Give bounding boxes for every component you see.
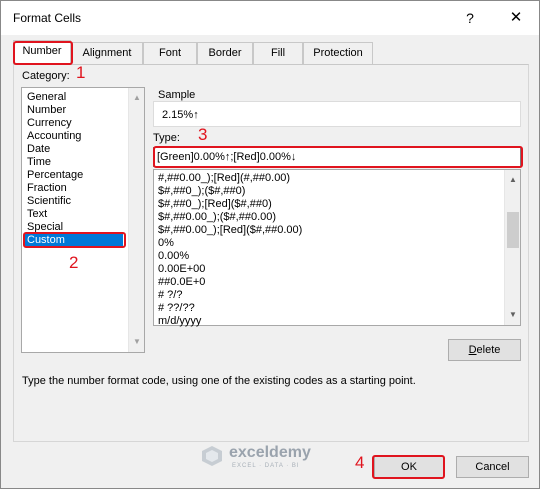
- category-item-percentage[interactable]: Percentage: [25, 169, 123, 182]
- type-label: Type:: [153, 132, 180, 144]
- format-list-scrollbar[interactable]: ▲ ▼: [504, 170, 520, 325]
- annotation-number-2: 2: [69, 253, 79, 272]
- scroll-down-arrow-icon[interactable]: ▼: [505, 307, 521, 323]
- category-item-text[interactable]: Text: [25, 208, 123, 221]
- dialog-title: Format Cells: [13, 11, 82, 25]
- category-scrollbar[interactable]: ▲ ▼: [128, 88, 144, 352]
- format-code-item[interactable]: $#,##0_);($#,##0): [158, 185, 245, 198]
- format-code-item[interactable]: 0.00%: [158, 250, 189, 263]
- sample-label: Sample: [158, 89, 196, 101]
- category-item-date[interactable]: Date: [25, 143, 123, 156]
- category-listbox[interactable]: General Number Currency Accounting Date …: [21, 87, 145, 353]
- format-code-item[interactable]: 0.00E+00: [158, 263, 205, 276]
- scroll-up-arrow-icon[interactable]: ▲: [129, 90, 145, 106]
- format-code-item[interactable]: $#,##0.00_);($#,##0.00): [158, 211, 276, 224]
- delete-button[interactable]: Delete: [448, 339, 521, 361]
- cancel-button[interactable]: Cancel: [456, 456, 529, 478]
- format-code-item[interactable]: $#,##0_);[Red]($#,##0): [158, 198, 272, 211]
- scroll-down-arrow-icon[interactable]: ▼: [129, 334, 145, 350]
- format-code-item[interactable]: $#,##0.00_);[Red]($#,##0.00): [158, 224, 302, 237]
- scroll-thumb[interactable]: [507, 212, 519, 248]
- annotation-box-ok: [372, 455, 445, 479]
- category-label: Category:: [22, 70, 70, 82]
- annotation-box-number-tab: [13, 41, 73, 65]
- format-code-item[interactable]: #,##0.00_);[Red](#,##0.00): [158, 172, 290, 185]
- tab-border[interactable]: Border: [197, 42, 253, 64]
- format-code-item[interactable]: # ??/??: [158, 302, 195, 315]
- exceldemy-logo: exceldemy EXCEL · DATA · BI: [201, 443, 351, 473]
- sample-value: 2.15%↑: [162, 109, 199, 121]
- close-button[interactable]: ✕: [503, 7, 529, 29]
- logo-tagline: EXCEL · DATA · BI: [232, 463, 300, 469]
- category-item-number[interactable]: Number: [25, 104, 123, 117]
- category-item-time[interactable]: Time: [25, 156, 123, 169]
- category-item-currency[interactable]: Currency: [25, 117, 123, 130]
- help-button[interactable]: ?: [459, 7, 481, 29]
- title-bar: Format Cells ? ✕: [1, 1, 539, 35]
- format-code-item[interactable]: m/d/yyyy: [158, 315, 201, 328]
- tab-fill[interactable]: Fill: [253, 42, 303, 64]
- tab-protection[interactable]: Protection: [303, 42, 373, 64]
- tab-font[interactable]: Font: [143, 42, 197, 64]
- description-text: Type the number format code, using one o…: [22, 375, 416, 387]
- annotation-box-custom: [23, 232, 126, 248]
- category-item-general[interactable]: General: [25, 91, 123, 104]
- annotation-number-1: 1: [76, 63, 86, 82]
- category-item-fraction[interactable]: Fraction: [25, 182, 123, 195]
- sample-box: 2.15%↑: [153, 101, 521, 127]
- scroll-up-arrow-icon[interactable]: ▲: [505, 172, 521, 188]
- exceldemy-logo-icon: [202, 446, 222, 466]
- annotation-box-type: [153, 146, 523, 168]
- format-code-item[interactable]: ##0.0E+0: [158, 276, 205, 289]
- delete-button-accel: D: [468, 344, 477, 356]
- tab-alignment[interactable]: Alignment: [71, 42, 143, 64]
- format-code-item[interactable]: 0%: [158, 237, 174, 250]
- format-code-list[interactable]: #,##0.00_);[Red](#,##0.00) $#,##0_);($#,…: [153, 169, 521, 328]
- annotation-number-4: 4: [355, 453, 365, 472]
- delete-button-rest: elete: [476, 344, 501, 356]
- annotation-number-3: 3: [198, 125, 208, 144]
- category-item-accounting[interactable]: Accounting: [25, 130, 123, 143]
- format-cells-dialog: Format Cells ? ✕ Number Alignment Font B…: [0, 0, 540, 489]
- logo-name: exceldemy: [229, 444, 311, 461]
- category-item-scientific[interactable]: Scientific: [25, 195, 123, 208]
- format-code-item[interactable]: # ?/?: [158, 289, 182, 302]
